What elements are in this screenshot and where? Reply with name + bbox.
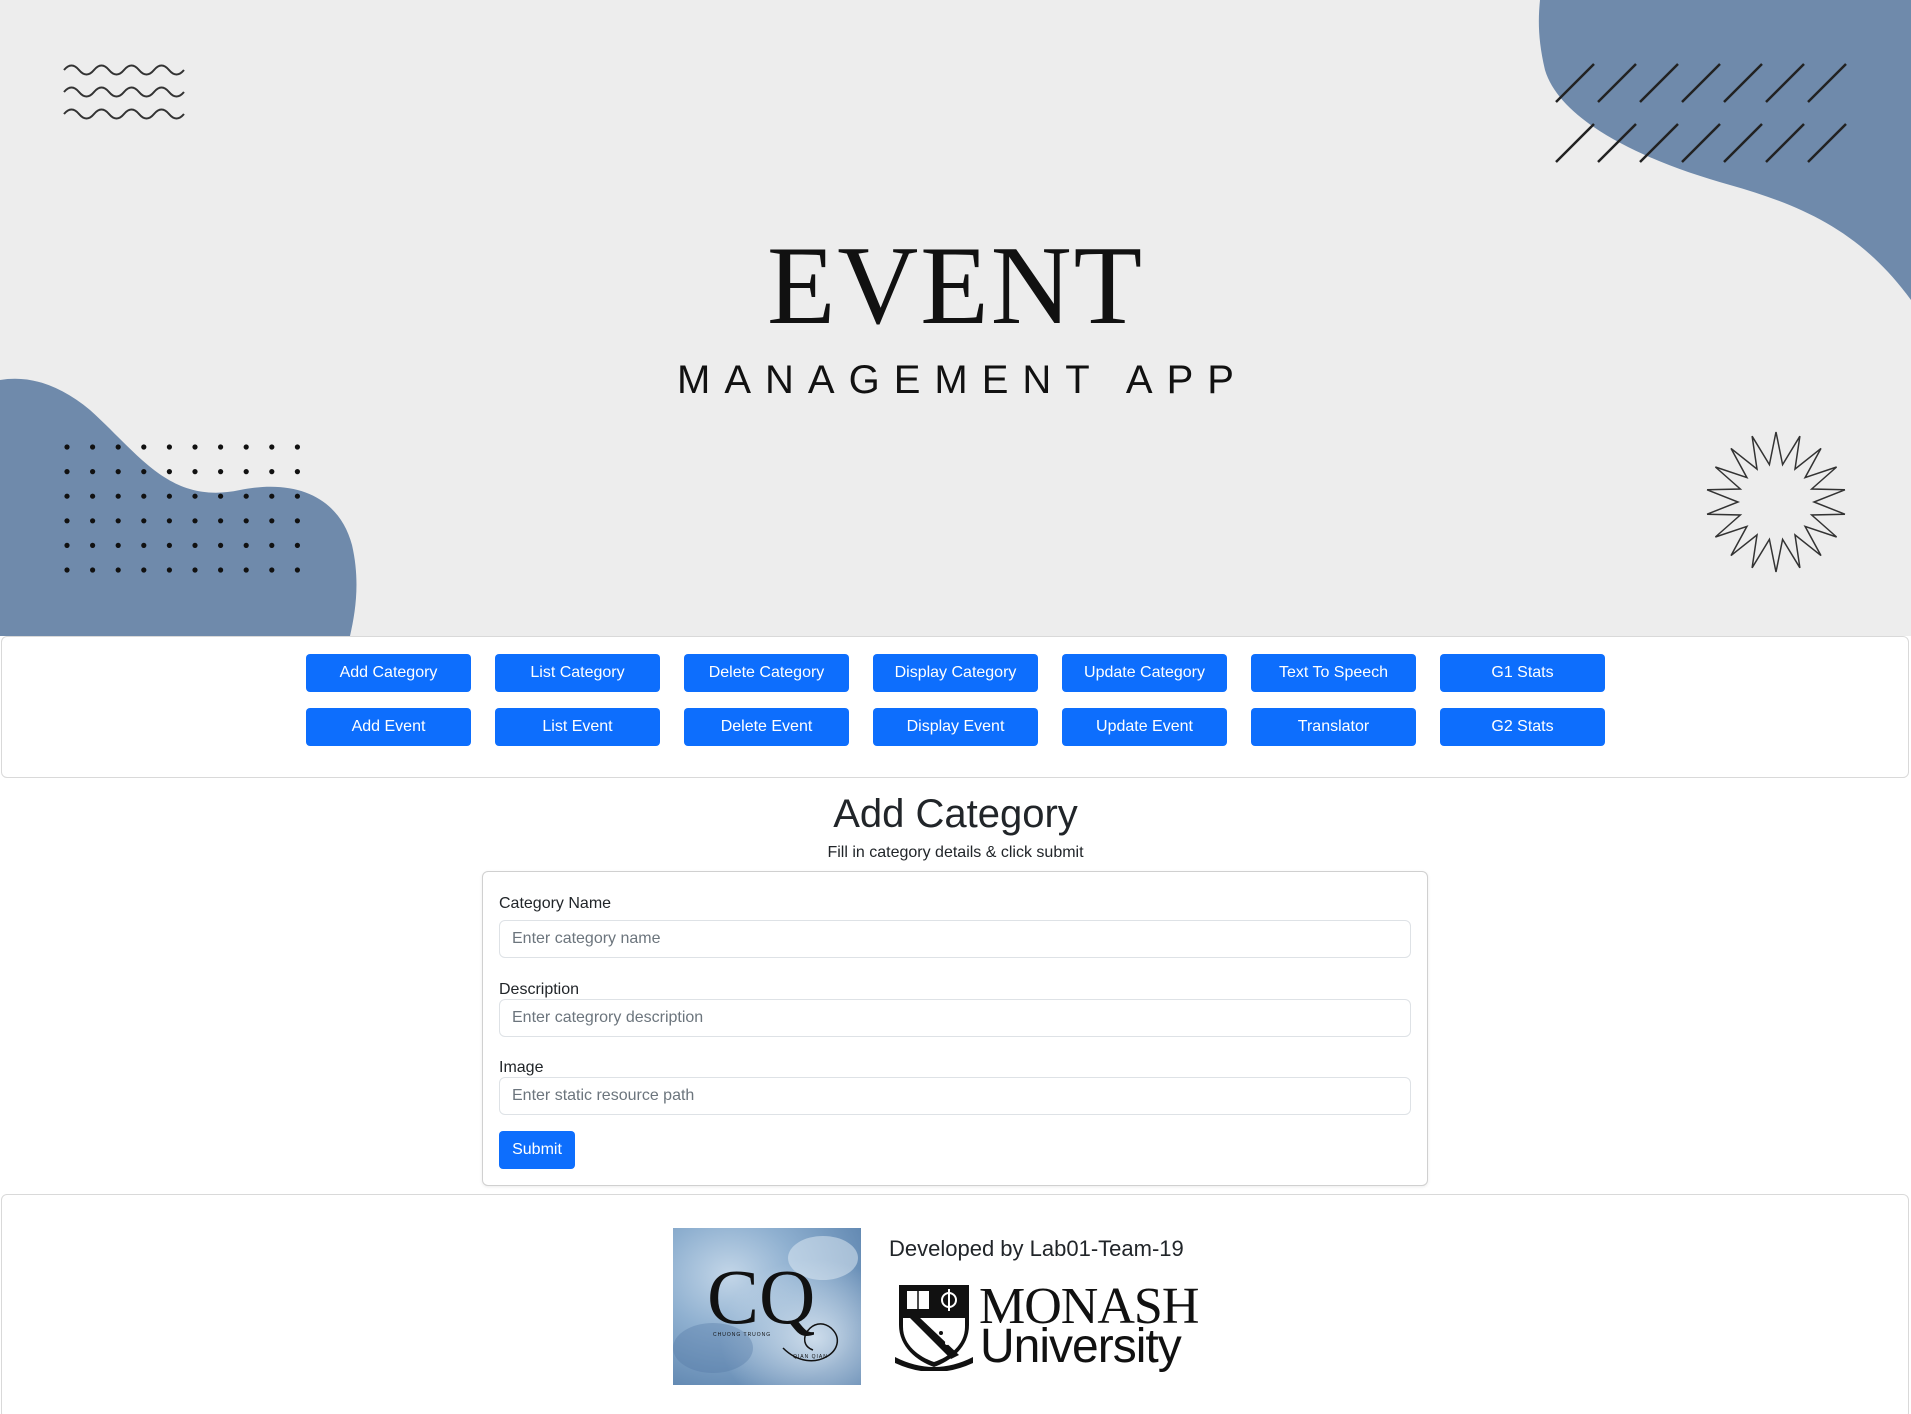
g1-stats-button[interactable]: G1 Stats <box>1440 654 1605 692</box>
page-subtitle: Fill in category details & click submit <box>827 844 1084 861</box>
translator-button[interactable]: Translator <box>1251 708 1416 746</box>
update-event-button[interactable]: Update Event <box>1062 708 1227 746</box>
delete-category-button[interactable]: Delete Category <box>684 654 849 692</box>
svg-text:QIAN QIAN: QIAN QIAN <box>793 1354 828 1360</box>
delete-event-button[interactable]: Delete Event <box>684 708 849 746</box>
team-logo-image: CQ CHUONG TRUONG QIAN QIAN <box>673 1228 861 1385</box>
svg-text:CHUONG TRUONG: CHUONG TRUONG <box>713 1332 771 1338</box>
team-logo: CQ CHUONG TRUONG QIAN QIAN <box>673 1228 861 1385</box>
wave-lines-icon <box>63 64 185 120</box>
list-category-button[interactable]: List Category <box>495 654 660 692</box>
description-input[interactable] <box>499 999 1411 1037</box>
nav-card: Add Category List Category Delete Catego… <box>1 636 1909 778</box>
display-category-button[interactable]: Display Category <box>873 654 1038 692</box>
description-label: Description <box>499 981 580 998</box>
monash-logo: MONASH University <box>893 1279 1203 1374</box>
page-title: Add Category <box>833 792 1078 836</box>
display-event-button[interactable]: Display Event <box>873 708 1038 746</box>
hero-banner: EVENT MANAGEMENT APP <box>0 0 1911 636</box>
blob-bottom-left <box>0 378 357 636</box>
hero-title-block: EVENT MANAGEMENT APP <box>0 230 1911 400</box>
update-category-button[interactable]: Update Category <box>1062 654 1227 692</box>
add-event-button[interactable]: Add Event <box>306 708 471 746</box>
add-category-form: Category Name Description Image Submit <box>482 871 1428 1186</box>
nav-button-grid: Add Category List Category Delete Catego… <box>306 654 1605 746</box>
monash-university-text: University <box>980 1320 1182 1373</box>
starburst-icon <box>1706 431 1846 573</box>
list-event-button[interactable]: List Event <box>495 708 660 746</box>
hero-subtitle: MANAGEMENT APP <box>677 358 1248 402</box>
submit-button[interactable]: Submit <box>499 1131 575 1169</box>
footer-credit: Developed by Lab01-Team-19 <box>889 1236 1184 1261</box>
g2-stats-button[interactable]: G2 Stats <box>1440 708 1605 746</box>
team-logo-monogram: CQ <box>707 1253 815 1340</box>
hero-title: EVENT <box>766 224 1144 348</box>
text-to-speech-button[interactable]: Text To Speech <box>1251 654 1416 692</box>
category-name-input[interactable] <box>499 920 1411 958</box>
category-name-label: Category Name <box>499 895 612 912</box>
add-category-button[interactable]: Add Category <box>306 654 471 692</box>
image-path-input[interactable] <box>499 1077 1411 1115</box>
image-label: Image <box>499 1059 544 1076</box>
monash-crest-icon <box>895 1285 973 1371</box>
